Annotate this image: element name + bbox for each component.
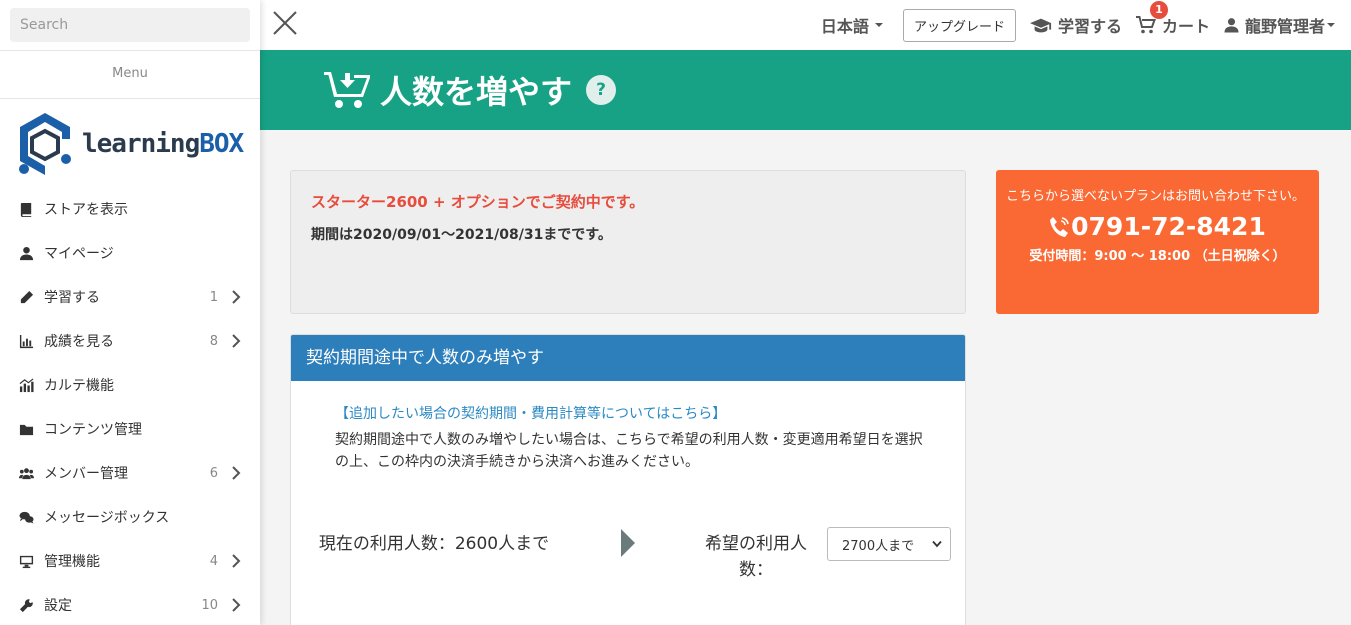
upgrade-button[interactable]: アップグレード — [902, 8, 1016, 42]
contract-info: スターター2600 + オプションでご契約中です。 期間は2020/09/01～… — [290, 170, 966, 314]
member-count-row: 現在の利用人数：2600人まで 希望の利用人数： 2700人まで — [291, 525, 965, 585]
phone-icon — [1050, 216, 1069, 237]
contract-period: 期間は2020/09/01～2021/08/31までです。 — [311, 227, 612, 243]
cart-count-badge: 1 — [1149, 1, 1168, 19]
wish-count-label: 希望の利用人数： — [705, 534, 807, 580]
learn-link[interactable]: 学習する — [1029, 13, 1122, 37]
help-icon[interactable]: ? — [586, 75, 617, 105]
chevron-right-icon — [230, 554, 242, 568]
increase-members-panel: 契約期間途中で人数のみ増やす 【追加したい場合の契約期間・費用計算等についてはこ… — [290, 334, 966, 625]
arrow-right-icon — [621, 529, 635, 557]
caret-down-icon — [1327, 23, 1335, 27]
sidebar-item-label: ストアを表示 — [44, 202, 128, 218]
wrench-icon — [18, 597, 34, 613]
comments-icon — [18, 509, 34, 525]
bar-chart-icon — [18, 333, 34, 349]
sidebar-item-count: 8 — [209, 333, 218, 349]
analytics-icon — [18, 377, 34, 393]
panel-title: 契約期間途中で人数のみ増やす — [291, 335, 965, 381]
book-icon — [18, 201, 34, 217]
chevron-right-icon — [230, 466, 242, 480]
topbar: 日本語 アップグレード 学習する 1 カート 龍野管理者 — [260, 0, 1351, 50]
pricing-info-link[interactable]: 【追加したい場合の契約期間・費用計算等についてはこちら】 — [335, 403, 921, 423]
sidebar-item-count: 1 — [209, 289, 218, 305]
sidebar-item-messages[interactable]: メッセージボックス — [0, 495, 260, 539]
sidebar-item-count: 10 — [201, 597, 218, 613]
close-icon — [273, 11, 297, 35]
chevron-right-icon — [230, 334, 242, 348]
sidebar: Menu learningBOX ストアを表示 マイページ 学習する 1 成績を… — [0, 0, 260, 625]
logo-text-prefix: learning — [82, 129, 200, 159]
chevron-down-icon — [932, 540, 942, 548]
sidebar-item-learn[interactable]: 学習する 1 — [0, 275, 260, 319]
panel-body: 【追加したい場合の契約期間・費用計算等についてはこちら】 契約期間途中で人数のみ… — [291, 381, 965, 495]
contract-plan: スターター2600 + オプションでご契約中です。 — [311, 193, 645, 211]
sidebar-item-label: 学習する — [44, 290, 100, 306]
sidebar-item-count: 4 — [209, 553, 218, 569]
close-sidebar-button[interactable] — [272, 10, 302, 40]
users-icon — [18, 465, 34, 481]
language-label: 日本語 — [820, 17, 869, 36]
wish-count-select[interactable]: 2700人まで — [827, 527, 951, 561]
user-icon — [1224, 18, 1239, 33]
logo-text: learningBOX — [82, 129, 244, 159]
panel-description: 契約期間途中で人数のみ増やしたい場合は、こちらで希望の利用人数・変更適用希望日を… — [335, 432, 923, 470]
sidebar-item-results[interactable]: 成績を見る 8 — [0, 319, 260, 363]
learningbox-logo[interactable]: learningBOX — [0, 99, 260, 187]
user-menu-dropdown[interactable]: 龍野管理者 — [1224, 13, 1335, 37]
search-input[interactable] — [10, 8, 250, 42]
cart-link[interactable]: 1 カート — [1135, 1, 1210, 37]
cart-download-icon — [324, 72, 370, 108]
logo-text-suffix: BOX — [199, 129, 244, 159]
page-title: 人数を増やす — [380, 73, 573, 111]
sidebar-item-label: メッセージボックス — [44, 510, 170, 526]
sidebar-item-members[interactable]: メンバー管理 6 — [0, 451, 260, 495]
learn-label: 学習する — [1057, 17, 1122, 36]
wish-count-selected: 2700人まで — [842, 538, 915, 554]
contact-box: こちらから選べないプランはお問い合わせ下さい。 0791-72-8421 受付時… — [996, 170, 1319, 314]
sidebar-item-mypage[interactable]: マイページ — [0, 231, 260, 275]
chevron-right-icon — [230, 290, 242, 304]
sidebar-item-store[interactable]: ストアを表示 — [0, 187, 260, 231]
folder-icon — [18, 421, 34, 437]
search-wrap — [0, 0, 260, 51]
sidebar-item-label: マイページ — [44, 246, 114, 262]
cart-icon — [1135, 16, 1156, 34]
sidebar-item-label: コンテンツ管理 — [44, 422, 142, 438]
contact-note: こちらから選べないプランはお問い合わせ下さい。 — [1006, 189, 1306, 204]
user-icon — [18, 245, 34, 261]
top-right-nav: 日本語 アップグレード 学習する 1 カート 龍野管理者 — [807, 1, 1351, 42]
cart-label: カート — [1161, 17, 1210, 36]
sidebar-item-label: 設定 — [44, 598, 72, 614]
monitor-icon — [18, 553, 34, 569]
language-dropdown[interactable]: 日本語 — [821, 13, 883, 37]
sidebar-item-label: 成績を見る — [44, 334, 114, 350]
sidebar-item-admin[interactable]: 管理機能 4 — [0, 539, 260, 583]
graduation-cap-icon — [1029, 18, 1052, 33]
chevron-right-icon — [230, 598, 242, 612]
menu-heading: Menu — [0, 51, 260, 99]
page-header: 人数を増やす ? — [260, 50, 1351, 130]
current-member-count: 現在の利用人数：2600人まで — [318, 534, 550, 554]
sidebar-item-count: 6 — [209, 465, 218, 481]
sidebar-item-contents[interactable]: コンテンツ管理 — [0, 407, 260, 451]
logo-cube-icon — [19, 113, 71, 175]
sidebar-item-karte[interactable]: カルテ機能 — [0, 363, 260, 407]
sidebar-item-label: メンバー管理 — [44, 466, 128, 482]
user-label: 龍野管理者 — [1244, 17, 1325, 36]
pencil-icon — [18, 289, 34, 305]
caret-down-icon — [874, 23, 883, 27]
contact-phone-number: 0791-72-8421 — [1071, 212, 1266, 241]
sidebar-item-label: 管理機能 — [44, 554, 100, 570]
contact-phone[interactable]: 0791-72-8421 — [1006, 212, 1309, 241]
sidebar-item-label: カルテ機能 — [44, 378, 114, 394]
contact-hours: 受付時間：9:00 ～ 18:00 （土日祝除く） — [1029, 249, 1286, 264]
sidebar-item-settings[interactable]: 設定 10 — [0, 583, 260, 625]
